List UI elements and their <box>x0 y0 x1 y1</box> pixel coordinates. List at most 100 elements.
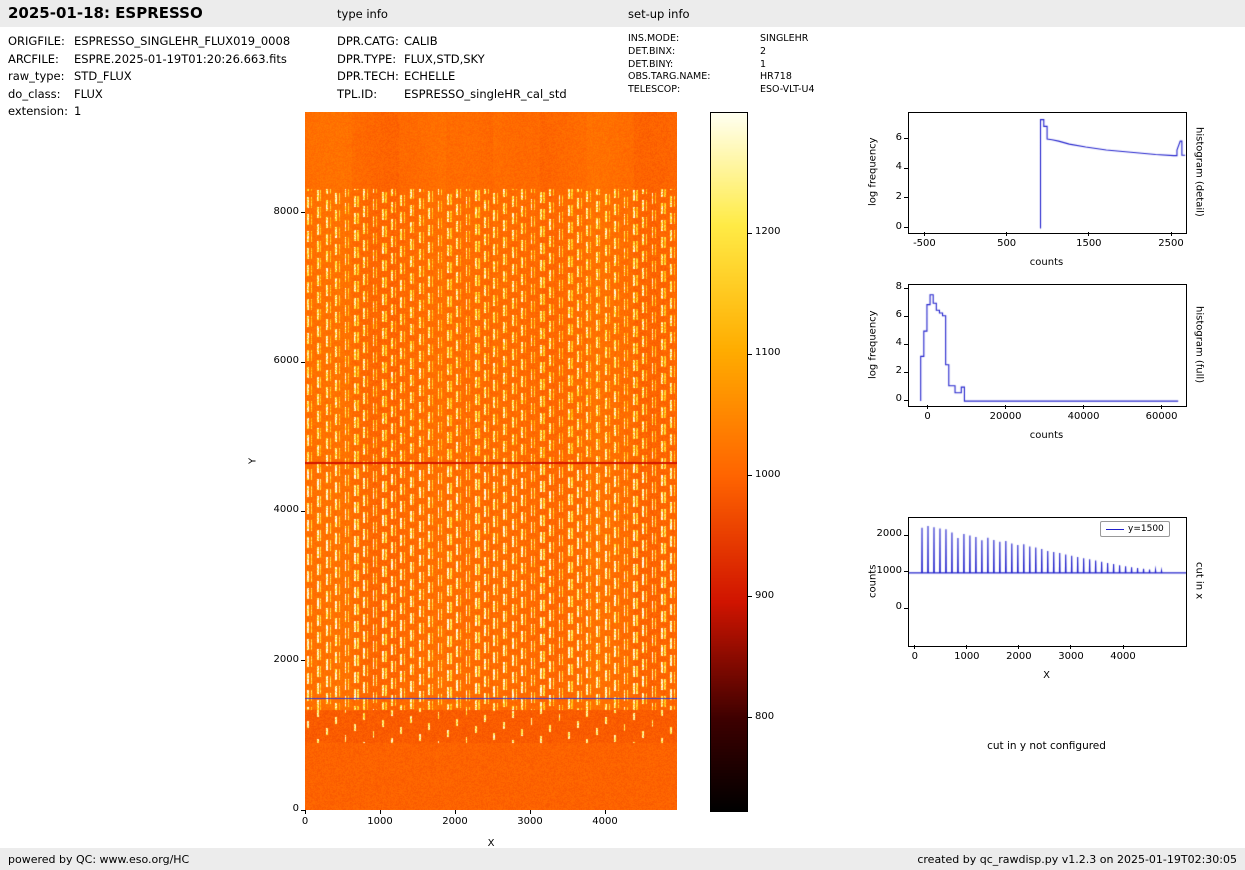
cut-right-label: cut in x <box>1192 517 1206 645</box>
x-tick-mark <box>1070 645 1071 649</box>
info-row: DPR.TYPE:FLUX,STD,SKY <box>337 51 567 69</box>
info-row: TPL.ID:ESPRESSO_singleHR_cal_std <box>337 86 567 104</box>
x-tick-mark <box>605 810 606 814</box>
histogram-detail-right-label: histogram (detail) <box>1192 112 1206 232</box>
y-tick-label: 0 <box>257 803 299 814</box>
info-label: DPR.TECH: <box>337 68 404 86</box>
info-value: ECHELLE <box>404 69 455 83</box>
y-tick-label: 2 <box>860 365 902 376</box>
colorbar-tick-mark <box>748 354 752 355</box>
info-value: FLUX <box>74 87 103 101</box>
colorbar-tick-mark <box>748 596 752 597</box>
x-tick-mark <box>1171 232 1172 236</box>
y-tick-mark <box>904 344 908 345</box>
y-tick-mark <box>301 362 305 363</box>
qc-report-page: 2025-01-18: ESPRESSO type info set-up in… <box>0 0 1245 870</box>
cut-legend: y=1500 <box>1100 521 1170 537</box>
y-tick-mark <box>904 138 908 139</box>
histogram-full-right-label: histogram (full) <box>1192 284 1206 405</box>
x-tick-label: 0 <box>281 816 329 827</box>
y-tick-mark <box>904 608 908 609</box>
info-value: ESPRESSO_SINGLEHR_FLUX019_0008 <box>74 34 290 48</box>
info-label: do_class: <box>8 86 74 104</box>
y-tick-mark <box>904 197 908 198</box>
x-tick-label: 3000 <box>1047 651 1095 662</box>
info-value: 2 <box>760 46 766 57</box>
info-label: ORIGFILE: <box>8 33 74 51</box>
histogram-detail-plot <box>908 112 1187 234</box>
footer-bar: powered by QC: www.eso.org/HC created by… <box>0 848 1245 870</box>
footer-left-text: powered by QC: www.eso.org/HC <box>8 853 189 866</box>
colorbar-tick-label: 900 <box>755 590 795 601</box>
x-tick-label: 2000 <box>995 651 1043 662</box>
y-tick-label: 6000 <box>257 355 299 366</box>
info-row: OBS.TARG.NAME:HR718 <box>628 71 815 84</box>
info-value: 1 <box>760 59 766 70</box>
x-tick-mark <box>927 405 928 409</box>
info-row: DET.BINY:1 <box>628 59 815 72</box>
y-tick-mark <box>301 810 305 811</box>
y-tick-label: 1000 <box>860 565 902 576</box>
x-tick-label: 3000 <box>506 816 554 827</box>
x-tick-mark <box>1088 232 1089 236</box>
cut-in-y-note: cut in y not configured <box>908 740 1185 752</box>
info-value: ESPRE.2025-01-19T01:20:26.663.fits <box>74 52 287 66</box>
x-tick-mark <box>1005 405 1006 409</box>
y-tick-mark <box>301 511 305 512</box>
x-tick-label: 0 <box>904 411 952 422</box>
x-tick-mark <box>1083 405 1084 409</box>
colorbar-tick-label: 1100 <box>755 347 795 358</box>
page-title: 2025-01-18: ESPRESSO <box>8 4 203 22</box>
info-value: ESO-VLT-U4 <box>760 84 815 95</box>
info-row: TELESCOP:ESO-VLT-U4 <box>628 84 815 97</box>
y-tick-label: 4 <box>860 337 902 348</box>
colorbar-tick-label: 800 <box>755 711 795 722</box>
y-tick-label: 8000 <box>257 206 299 217</box>
y-tick-label: 0 <box>860 393 902 404</box>
y-tick-label: 8 <box>860 281 902 292</box>
info-label: DET.BINY: <box>628 59 760 72</box>
info-value: FLUX,STD,SKY <box>404 52 485 66</box>
x-tick-mark <box>924 232 925 236</box>
info-row: DPR.TECH:ECHELLE <box>337 68 567 86</box>
footer-right-text: created by qc_rawdisp.py v1.2.3 on 2025-… <box>917 853 1237 866</box>
setup-info-block: INS.MODE:SINGLEHR DET.BINX:2 DET.BINY:1 … <box>628 33 815 97</box>
info-value: 1 <box>74 104 81 118</box>
setup-info-heading: set-up info <box>628 7 690 21</box>
info-label: extension: <box>8 103 74 121</box>
y-tick-label: 6 <box>860 309 902 320</box>
colorbar-tick-mark <box>748 233 752 234</box>
info-label: OBS.TARG.NAME: <box>628 71 760 84</box>
y-tick-label: 0 <box>860 601 902 612</box>
colorbar-tick-label: 1200 <box>755 226 795 237</box>
y-tick-mark <box>904 535 908 536</box>
info-row: do_class:FLUX <box>8 86 290 104</box>
x-tick-label: 1500 <box>1065 238 1113 249</box>
info-value: ESPRESSO_singleHR_cal_std <box>404 87 567 101</box>
x-tick-label: 60000 <box>1138 411 1186 422</box>
y-tick-mark <box>904 372 908 373</box>
x-tick-label: 1000 <box>943 651 991 662</box>
y-tick-mark <box>904 288 908 289</box>
cut-x-label: X <box>908 670 1185 681</box>
legend-line-sample <box>1106 529 1124 530</box>
x-tick-label: 0 <box>891 651 939 662</box>
y-tick-mark <box>904 316 908 317</box>
info-label: DPR.TYPE: <box>337 51 404 69</box>
info-value: CALIB <box>404 34 438 48</box>
x-tick-label: 2000 <box>431 816 479 827</box>
colorbar-tick-mark <box>748 717 752 718</box>
y-tick-label: 2 <box>860 191 902 202</box>
colorbar-tick-mark <box>748 475 752 476</box>
x-tick-mark <box>455 810 456 814</box>
x-tick-label: 500 <box>983 238 1031 249</box>
info-row: INS.MODE:SINGLEHR <box>628 33 815 46</box>
info-label: TPL.ID: <box>337 86 404 104</box>
y-tick-mark <box>301 212 305 213</box>
x-tick-label: 1000 <box>356 816 404 827</box>
raw-frame-heatmap <box>305 112 677 810</box>
y-tick-label: 6 <box>860 132 902 143</box>
info-row: raw_type:STD_FLUX <box>8 68 290 86</box>
x-tick-label: 4000 <box>1099 651 1147 662</box>
colorbar <box>710 112 748 812</box>
